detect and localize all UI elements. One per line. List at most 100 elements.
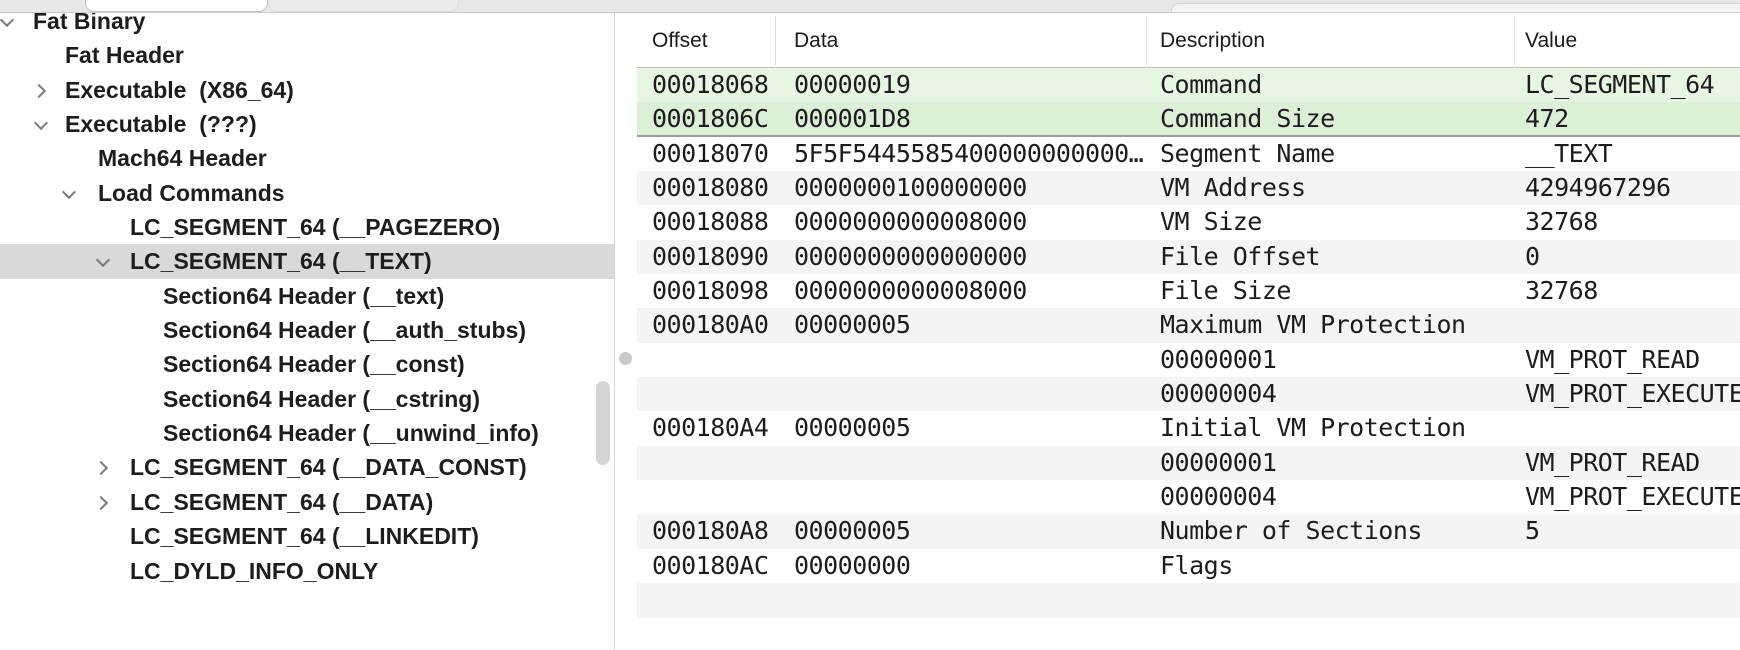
cell-value: VM_PROT_EXECUTE: [1525, 377, 1740, 411]
column-divider[interactable]: [1146, 16, 1147, 65]
tree-item[interactable]: Section64 Header (__cstring): [0, 382, 614, 416]
tab-active-stub[interactable]: [85, 0, 268, 12]
cell-offset: 000180A4: [652, 411, 768, 445]
cell-offset: 00018090: [652, 240, 768, 274]
tab-right-panel-stub[interactable]: [1171, 3, 1740, 13]
cell-offset: 00018098: [652, 274, 768, 308]
structure-tree: Fat Binary Fat Header Executable (X86_64…: [0, 13, 614, 588]
chevron-icon[interactable]: [62, 187, 75, 200]
cell-data: 0000000000000000: [794, 240, 1027, 274]
table-row[interactable]: 00000001 VM_PROT_READ: [637, 343, 1740, 377]
column-header-description[interactable]: Description: [1160, 13, 1265, 68]
cell-value: 32768: [1525, 205, 1598, 239]
tree-item[interactable]: Executable (???): [0, 107, 614, 141]
column-divider[interactable]: [775, 16, 776, 65]
cell-data: 00000000: [794, 549, 910, 583]
column-header-offset[interactable]: Offset: [652, 13, 708, 68]
tree-item[interactable]: Executable (X86_64): [0, 73, 614, 107]
cell-description: VM Address: [1160, 171, 1306, 205]
tree-item[interactable]: LC_SEGMENT_64 (__LINKEDIT): [0, 519, 614, 553]
cell-description: Flags: [1160, 549, 1233, 583]
cell-offset: 000180A8: [652, 514, 768, 548]
cell-description: 00000004: [1160, 377, 1276, 411]
cell-description: 00000004: [1160, 480, 1276, 514]
cell-offset: 00018070: [652, 137, 768, 171]
table-row[interactable]: 000180A4 00000005 Initial VM Protection: [637, 411, 1740, 445]
table-row[interactable]: [637, 583, 1740, 617]
cell-description: Command Size: [1160, 102, 1335, 136]
tab-inactive-stub[interactable]: [268, 0, 459, 12]
tree-item[interactable]: Mach64 Header: [0, 141, 614, 175]
tree-item-label: LC_SEGMENT_64 (__DATA): [130, 489, 433, 515]
table-row[interactable]: 00018090 0000000000000000 File Offset 0: [637, 240, 1740, 274]
cell-value: VM_PROT_EXECUTE: [1525, 480, 1740, 514]
tree-item-label: Executable (X86_64): [65, 77, 294, 103]
column-divider[interactable]: [1514, 16, 1515, 65]
table-row[interactable]: 00018070 5F5F5445585400000000000… Segmen…: [637, 137, 1740, 171]
table-row[interactable]: 00000001 VM_PROT_READ: [637, 446, 1740, 480]
tree-item[interactable]: LC_SEGMENT_64 (__TEXT): [0, 244, 614, 278]
table-row[interactable]: 000180AC 00000000 Flags: [637, 549, 1740, 583]
table-row[interactable]: 00000004 VM_PROT_EXECUTE: [637, 480, 1740, 514]
field-table: Offset Data Description Value 00018068 0…: [637, 13, 1740, 650]
tree-item[interactable]: Section64 Header (__unwind_info): [0, 416, 614, 450]
mach-o-viewer-window: Fat Binary Fat Header Executable (X86_64…: [0, 0, 1740, 650]
tree-item[interactable]: Section64 Header (__auth_stubs): [0, 313, 614, 347]
tree-item[interactable]: LC_SEGMENT_64 (__PAGEZERO): [0, 210, 614, 244]
table-row[interactable]: 00018068 00000019 Command LC_SEGMENT_64: [637, 68, 1740, 102]
cell-offset: 00018080: [652, 171, 768, 205]
chevron-icon[interactable]: [34, 118, 47, 131]
column-header-data[interactable]: Data: [794, 13, 838, 68]
cell-offset: 00018068: [652, 68, 768, 102]
cell-value: VM_PROT_READ: [1525, 446, 1700, 480]
chevron-icon[interactable]: [34, 84, 47, 97]
table-row[interactable]: 00018080 0000000100000000 VM Address 429…: [637, 171, 1740, 205]
cell-data: 5F5F5445585400000000000…: [794, 137, 1143, 171]
cell-data: 0000000000008000: [794, 274, 1027, 308]
cell-description: VM Size: [1160, 205, 1262, 239]
table-header: Offset Data Description Value: [637, 13, 1740, 68]
table-row[interactable]: 000180A0 00000005 Maximum VM Protection: [637, 308, 1740, 342]
cell-data: 00000005: [794, 514, 910, 548]
table-row[interactable]: 0001806C 000001D8 Command Size 472: [637, 102, 1740, 136]
tree-item-label: Executable (???): [65, 111, 257, 137]
tree-item-label: Section64 Header (__unwind_info): [163, 420, 539, 446]
tree-item-label: Fat Binary: [33, 13, 145, 34]
tree-item-label: Section64 Header (__const): [163, 351, 465, 377]
tree-item[interactable]: Section64 Header (__const): [0, 347, 614, 381]
cell-description: Initial VM Protection: [1160, 411, 1466, 445]
tree-item[interactable]: LC_SEGMENT_64 (__DATA): [0, 485, 614, 519]
tree-item-label: LC_SEGMENT_64 (__DATA_CONST): [130, 454, 527, 480]
chevron-icon[interactable]: [0, 15, 13, 28]
tree-item[interactable]: LC_DYLD_INFO_ONLY: [0, 554, 614, 588]
cell-description: 00000001: [1160, 446, 1276, 480]
chevron-icon[interactable]: [96, 255, 109, 268]
cell-offset: 0001806C: [652, 102, 768, 136]
tree-item-label: LC_SEGMENT_64 (__PAGEZERO): [130, 214, 500, 240]
table-row[interactable]: 00018088 0000000000008000 VM Size 32768: [637, 205, 1740, 239]
sidebar-scrollbar-thumb[interactable]: [596, 381, 610, 465]
cell-value: VM_PROT_READ: [1525, 343, 1700, 377]
cell-data: 00000005: [794, 308, 910, 342]
tree-item[interactable]: LC_SEGMENT_64 (__DATA_CONST): [0, 450, 614, 484]
tree-item[interactable]: Load Commands: [0, 176, 614, 210]
table-row[interactable]: 00000004 VM_PROT_EXECUTE: [637, 377, 1740, 411]
chevron-icon[interactable]: [96, 496, 109, 509]
column-header-value[interactable]: Value: [1525, 13, 1577, 68]
tree-item[interactable]: Fat Header: [0, 38, 614, 72]
tree-item-label: Section64 Header (__cstring): [163, 386, 480, 412]
table-body: 00018068 00000019 Command LC_SEGMENT_64 …: [637, 68, 1740, 618]
cell-value: 472: [1525, 102, 1569, 136]
splitter-handle-icon[interactable]: [619, 352, 632, 365]
cell-value: 4294967296: [1525, 171, 1671, 205]
tree-item[interactable]: Section64 Header (__text): [0, 279, 614, 313]
table-row[interactable]: 000180A8 00000005 Number of Sections 5: [637, 514, 1740, 548]
cell-offset: 00018088: [652, 205, 768, 239]
table-row[interactable]: 00018098 0000000000008000 File Size 3276…: [637, 274, 1740, 308]
chevron-icon[interactable]: [96, 461, 109, 474]
cell-value: 5: [1525, 514, 1540, 548]
cell-data: 00000019: [794, 68, 910, 102]
tab-bar: [0, 0, 1740, 13]
tree-item[interactable]: Fat Binary: [0, 13, 614, 38]
cell-offset: 000180AC: [652, 549, 768, 583]
